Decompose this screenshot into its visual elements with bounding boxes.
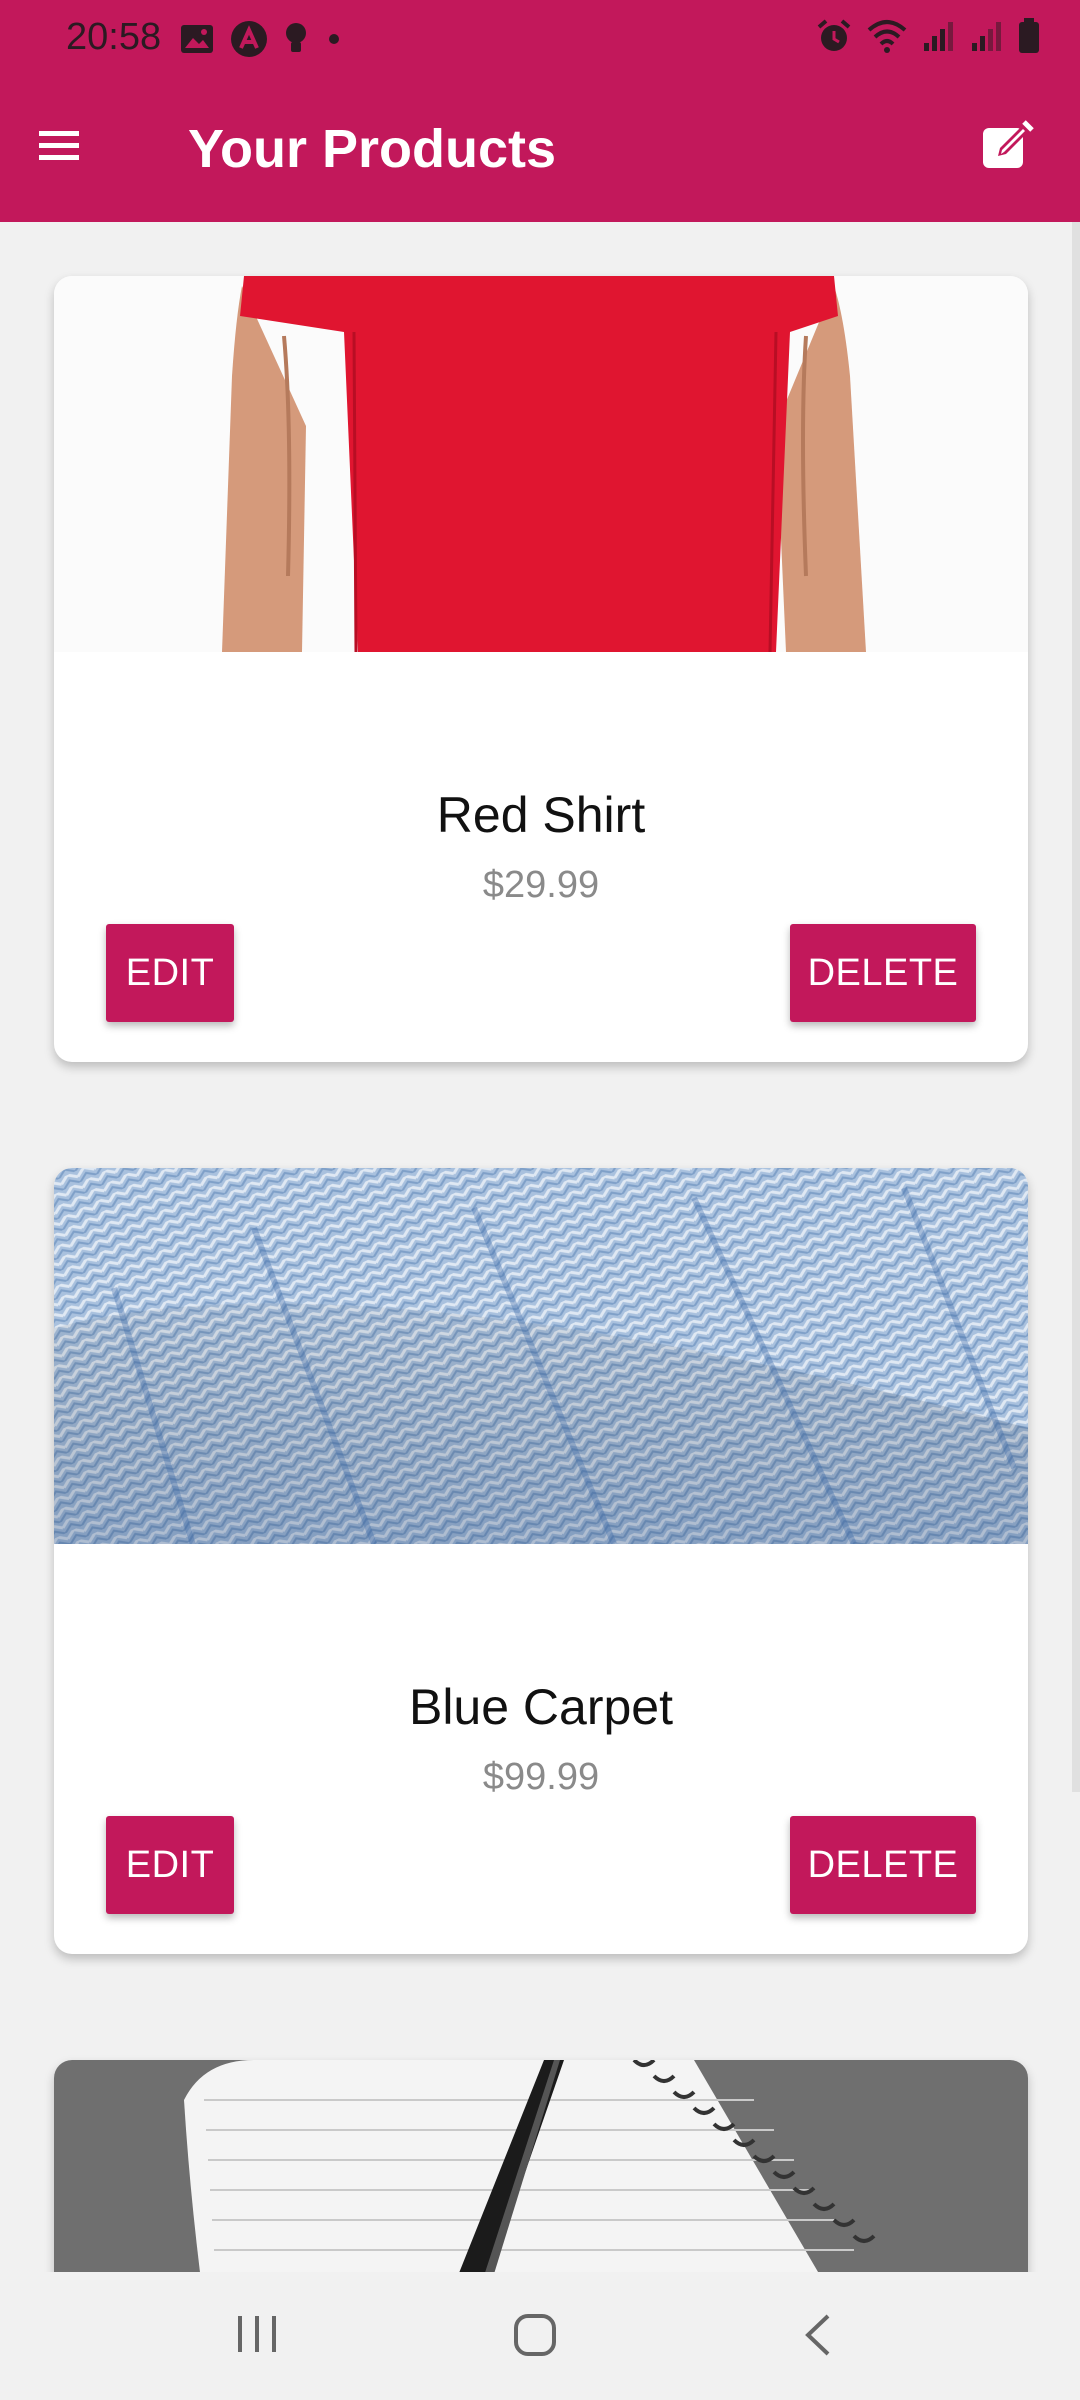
- dot-icon: [324, 29, 344, 54]
- signal-icon: [922, 19, 956, 58]
- product-price: $29.99: [482, 864, 600, 906]
- hamburger-menu-icon[interactable]: [36, 123, 82, 169]
- app-a-icon: [230, 20, 268, 63]
- signal-icon: [970, 19, 1004, 58]
- edit-button[interactable]: EDIT: [106, 924, 234, 1022]
- status-bar: 20:58: [0, 0, 1080, 76]
- product-list[interactable]: Red Shirt $29.99 EDIT DELETE Blue Carpet…: [0, 222, 1080, 2272]
- alarm-icon: [816, 18, 852, 59]
- product-card: Red Shirt $29.99 EDIT DELETE: [54, 276, 1028, 1062]
- product-image: [54, 1168, 1028, 1549]
- app-bar: Your Products: [0, 76, 1080, 222]
- wifi-icon: [866, 18, 908, 59]
- product-card: Blue Carpet $99.99 EDIT DELETE: [54, 1168, 1028, 1954]
- product-name: Red Shirt: [436, 787, 646, 843]
- product-image: [54, 2060, 1028, 2272]
- page-title: Your Products: [188, 119, 557, 179]
- bulb-icon: [284, 22, 308, 61]
- system-nav-bar: [0, 2272, 1080, 2400]
- recents-icon[interactable]: [236, 2314, 278, 2359]
- home-icon[interactable]: [512, 2312, 558, 2363]
- product-card: [54, 2060, 1028, 2272]
- delete-button[interactable]: DELETE: [790, 924, 976, 1022]
- product-price: $99.99: [482, 1756, 600, 1798]
- image-icon: [180, 24, 214, 59]
- product-name: Blue Carpet: [408, 1679, 674, 1735]
- product-image: [54, 276, 1028, 653]
- back-icon[interactable]: [800, 2312, 836, 2363]
- battery-icon: [1018, 18, 1040, 59]
- edit-button[interactable]: EDIT: [106, 1816, 234, 1914]
- edit-note-icon[interactable]: [980, 118, 1036, 174]
- status-time: 20:58: [66, 16, 162, 58]
- delete-button[interactable]: DELETE: [790, 1816, 976, 1914]
